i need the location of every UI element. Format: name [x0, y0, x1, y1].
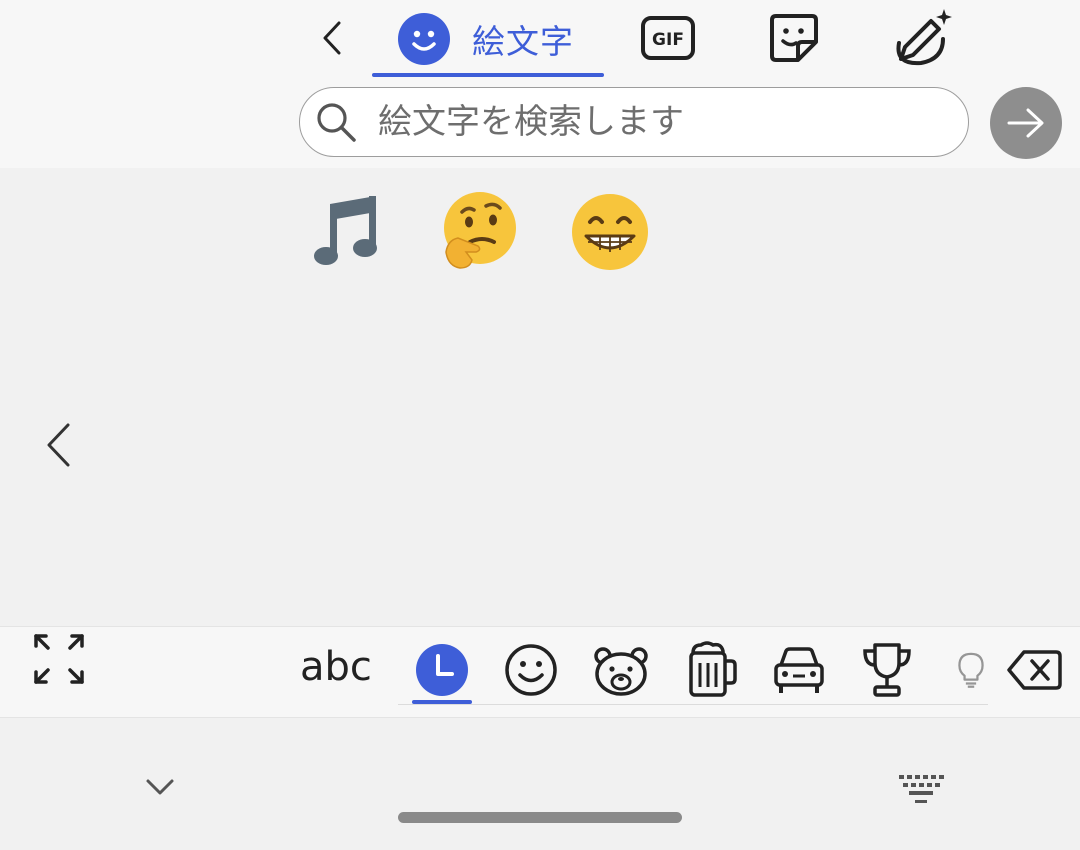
arrow-right-icon — [1007, 108, 1044, 138]
musical-notes-emoji — [314, 196, 377, 265]
category-divider — [398, 704, 988, 705]
lightbulb-icon — [958, 652, 984, 688]
tab-gif[interactable]: GIF — [636, 8, 700, 68]
tab-stickers[interactable] — [762, 8, 826, 68]
trophy-icon — [863, 643, 911, 697]
back-button[interactable] — [310, 14, 354, 62]
keyboard-switch-button[interactable] — [895, 770, 947, 806]
expand-arrows-icon — [34, 634, 84, 684]
chevron-left-icon — [323, 21, 341, 55]
thinking-face-emoji — [444, 192, 516, 269]
emoji-grinning-face[interactable] — [564, 186, 656, 278]
expand-button[interactable] — [30, 630, 88, 688]
search-submit-button[interactable] — [990, 87, 1062, 159]
smiley-outline-icon — [505, 644, 557, 696]
emoji-thinking-face[interactable] — [432, 186, 524, 278]
search-input[interactable] — [376, 101, 940, 143]
collapse-keyboard-button[interactable] — [140, 768, 180, 808]
category-animals[interactable] — [591, 640, 651, 700]
category-recent[interactable] — [412, 640, 472, 700]
car-icon — [774, 647, 824, 693]
home-indicator[interactable] — [398, 812, 682, 823]
clock-icon — [416, 644, 468, 696]
grinning-squinting-face-emoji — [572, 194, 648, 270]
emoji-musical-notes[interactable] — [300, 186, 392, 278]
backspace-icon — [1007, 650, 1062, 690]
tab-emoji[interactable]: 絵文字 — [372, 0, 604, 78]
category-smileys[interactable] — [501, 640, 561, 700]
search-icon — [317, 103, 356, 142]
tab-drawing[interactable] — [888, 8, 956, 68]
delete-button[interactable] — [1003, 644, 1065, 696]
previous-page-button[interactable] — [30, 410, 86, 480]
bear-face-icon — [594, 647, 648, 696]
draw-sparkle-icon — [896, 9, 952, 66]
chevron-left-icon — [47, 423, 70, 467]
tab-emoji-label: 絵文字 — [472, 22, 574, 61]
gif-icon: GIF — [641, 16, 695, 60]
abc-keyboard-button[interactable]: abc — [300, 644, 372, 690]
svg-text:GIF: GIF — [652, 30, 684, 50]
sticker-icon — [770, 14, 818, 62]
category-food-drink[interactable] — [681, 640, 741, 700]
category-activities[interactable] — [857, 640, 917, 700]
category-objects[interactable] — [945, 640, 989, 700]
active-tab-indicator — [372, 73, 604, 77]
beer-mug-icon — [689, 641, 737, 697]
smiley-face-icon — [398, 13, 450, 65]
chevron-down-icon — [146, 779, 174, 795]
keyboard-icon — [899, 775, 944, 803]
category-travel[interactable] — [769, 640, 829, 700]
emoji-search-box[interactable] — [299, 87, 969, 157]
